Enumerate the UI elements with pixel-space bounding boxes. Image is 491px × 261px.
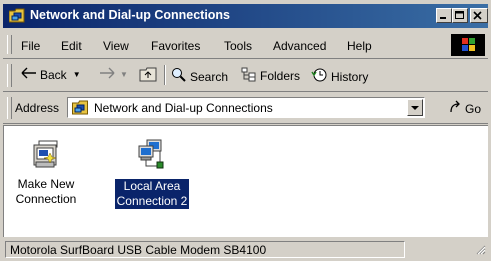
title-bar[interactable]: Network and Dial-up Connections [3, 4, 488, 28]
back-dropdown-icon[interactable]: ▼ [73, 70, 81, 79]
maximize-button[interactable] [452, 8, 468, 23]
address-value: Network and Dial-up Connections [94, 101, 273, 115]
window-title: Network and Dial-up Connections [30, 8, 231, 22]
folders-button[interactable]: Folders [241, 67, 300, 85]
history-label: History [331, 69, 369, 84]
explorer-window: Network and Dial-up Connections File Edi… [0, 0, 491, 261]
folders-icon [241, 67, 257, 85]
address-label: Address [15, 101, 60, 115]
address-dropdown-button[interactable] [407, 99, 423, 116]
search-button[interactable]: Search [171, 67, 228, 86]
folder-view[interactable]: Make New Connection Local Area Connectio… [3, 125, 488, 237]
menu-tools[interactable]: Tools [224, 39, 252, 53]
go-arrow-icon [449, 100, 463, 117]
go-button[interactable]: Go [449, 100, 481, 117]
menu-bar: File Edit View Favorites Tools Advanced … [3, 31, 488, 59]
folders-label: Folders [260, 69, 301, 83]
go-label: Go [465, 101, 482, 116]
up-folder-icon [139, 67, 157, 85]
back-label: Back [40, 67, 67, 82]
status-bar: Motorola SurfBoard USB Cable Modem SB410… [3, 238, 488, 260]
close-button[interactable] [470, 8, 488, 23]
menu-bar-grip[interactable] [7, 35, 12, 54]
make-new-connection-item[interactable]: Make New Connection [4, 138, 88, 207]
local-area-connection-label: Local Area Connection 2 [114, 179, 190, 209]
address-bar-grip[interactable] [7, 97, 12, 119]
resize-grip-icon[interactable] [474, 243, 486, 258]
forward-arrow-icon [99, 67, 115, 82]
back-arrow-icon [21, 67, 37, 82]
status-text: Motorola SurfBoard USB Cable Modem SB410… [5, 241, 405, 258]
forward-dropdown-icon[interactable]: ▼ [120, 70, 128, 79]
make-new-connection-label: Make New Connection [15, 177, 77, 206]
toolbar-separator [164, 65, 166, 85]
menu-view[interactable]: View [103, 39, 129, 53]
address-input[interactable]: Network and Dial-up Connections [67, 97, 425, 118]
menu-advanced[interactable]: Advanced [273, 39, 326, 53]
back-button[interactable]: Back ▼ [21, 67, 81, 82]
make-new-connection-icon [4, 138, 88, 173]
standard-toolbar: Back ▼ ▼ Search Folders History [3, 60, 488, 92]
history-button[interactable]: History [311, 67, 368, 86]
minimize-button[interactable] [436, 8, 452, 23]
menu-edit[interactable]: Edit [61, 39, 82, 53]
menu-favorites[interactable]: Favorites [151, 39, 200, 53]
menu-file[interactable]: File [21, 39, 40, 53]
local-area-connection-icon [110, 138, 194, 175]
windows-logo [451, 34, 485, 56]
network-folder-icon [8, 8, 25, 23]
forward-button[interactable]: ▼ [99, 67, 128, 82]
menu-help[interactable]: Help [347, 39, 372, 53]
history-icon [311, 67, 328, 86]
local-area-connection-item[interactable]: Local Area Connection 2 [110, 138, 194, 209]
search-label: Search [190, 69, 229, 84]
toolbar-grip[interactable] [7, 64, 12, 87]
address-bar: Address Network and Dial-up Connections … [3, 93, 488, 124]
up-folder-button[interactable] [139, 67, 157, 85]
network-folder-icon [72, 100, 89, 118]
search-icon [171, 67, 187, 86]
